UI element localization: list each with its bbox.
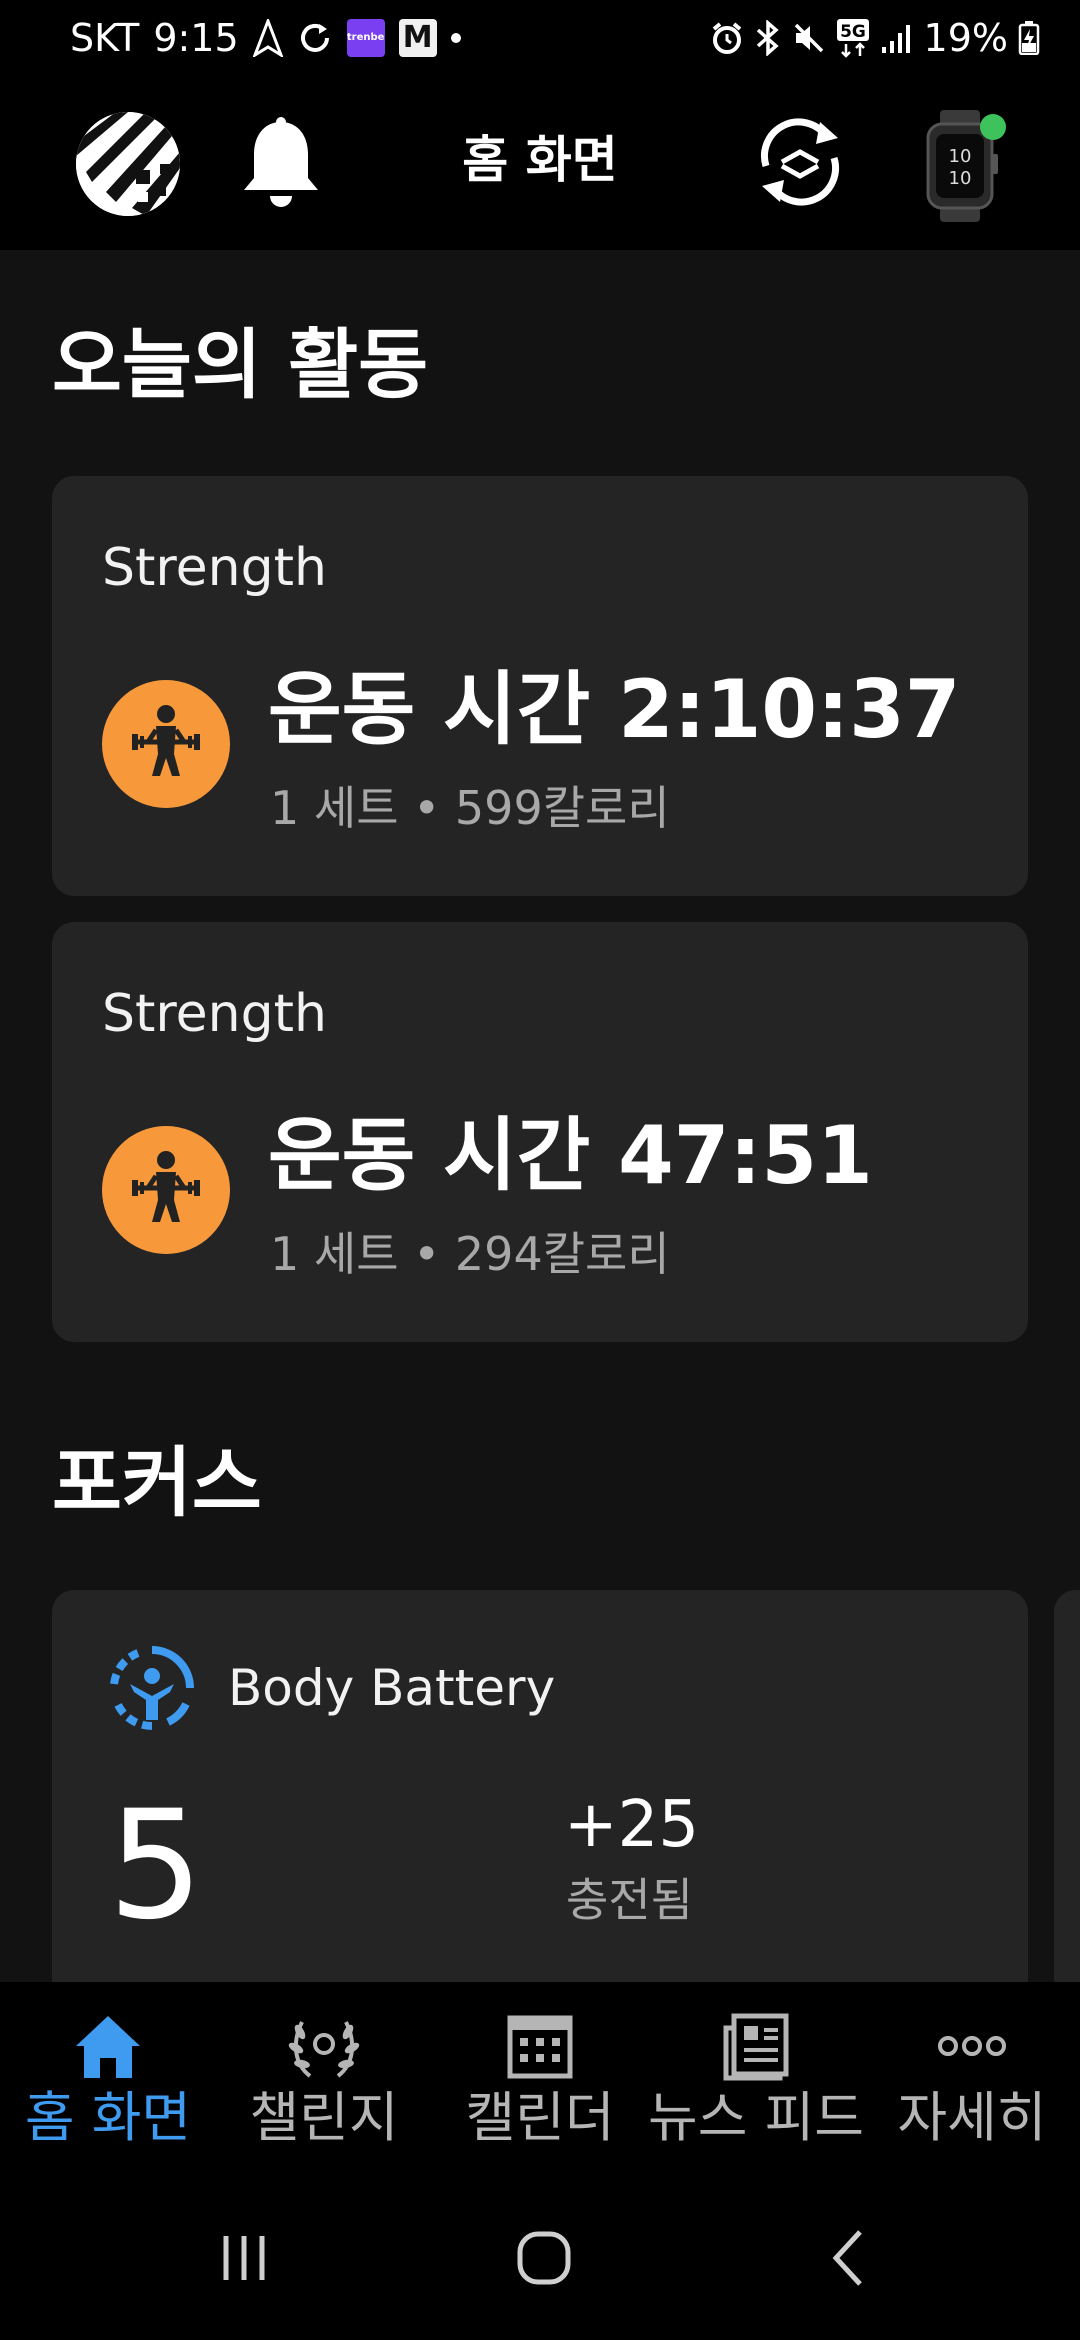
- battery-charging-icon: [1018, 21, 1040, 55]
- back-icon[interactable]: [808, 2218, 888, 2298]
- activity-section-title: 오늘의 활동: [52, 320, 429, 409]
- recent-apps-icon[interactable]: [204, 2218, 284, 2298]
- alarm-icon: [712, 22, 741, 54]
- activity-summary: 1 세트 • 599칼로리: [270, 781, 670, 835]
- body-battery-icon: [110, 1646, 194, 1730]
- sync-icon[interactable]: [748, 110, 852, 214]
- svg-text:10: 10: [949, 168, 972, 189]
- clock-time: 9:15: [153, 16, 239, 60]
- app-screen: SKT 9:15 trenbe M 5G 19% 홈 화면 10 10 오늘의 …: [0, 0, 1080, 2340]
- network-5g-icon: 5G: [836, 19, 869, 58]
- sync-status-icon: [300, 23, 329, 52]
- status-bar-right: 5G 19%: [710, 18, 1040, 58]
- body-battery-charged-value: +25: [564, 1788, 700, 1862]
- status-bar: SKT 9:15 trenbe M 5G 19%: [0, 0, 1080, 74]
- nav-item-more[interactable]: 자세히: [864, 1982, 1080, 2182]
- laurel-icon: [288, 2021, 360, 2078]
- system-navigation-bar: [0, 2182, 1080, 2340]
- top-app-bar: 홈 화면 10 10: [0, 74, 1080, 250]
- news-icon: [723, 2013, 789, 2081]
- mute-icon: [794, 23, 823, 53]
- body-battery-label: Body Battery: [228, 1659, 556, 1717]
- activity-duration: 운동 시간 2:10:37: [268, 663, 961, 756]
- svg-text:10: 10: [949, 146, 972, 167]
- activity-type-label: Strength: [102, 538, 327, 598]
- activity-duration: 운동 시간 47:51: [268, 1109, 873, 1202]
- activity-type-label: Strength: [102, 984, 327, 1044]
- m-app-icon: M: [398, 19, 437, 57]
- strength-activity-icon: [102, 1126, 230, 1254]
- carrier-label: SKT: [70, 16, 140, 60]
- focus-section-title: 포커스: [52, 1438, 262, 1527]
- battery-percent: 19%: [923, 16, 1008, 60]
- nav-item-challenges[interactable]: 챌린지: [216, 1982, 432, 2182]
- body-battery-value: 5: [108, 1779, 204, 1953]
- strength-activity-icon: [102, 680, 230, 808]
- nav-item-home[interactable]: 홈 화면: [0, 1982, 216, 2182]
- bottom-navigation: 홈 화면 챌린지 캘린더 뉴스 피드 자세히: [0, 1982, 1080, 2182]
- activity-card[interactable]: Strength 운동 시간 47:51 1 세트 • 294칼로리: [52, 922, 1028, 1342]
- nav-item-calendar[interactable]: 캘린더: [432, 1982, 648, 2182]
- more-icon: [938, 2036, 1006, 2056]
- status-bar-left: SKT 9:15 trenbe M: [70, 18, 461, 58]
- home-button-icon[interactable]: [504, 2218, 584, 2298]
- nav-item-newsfeed[interactable]: 뉴스 피드: [648, 1982, 864, 2182]
- bluetooth-icon: [756, 20, 779, 56]
- nav-label-more: 자세히: [897, 2086, 1047, 2149]
- activity-summary: 1 세트 • 294칼로리: [270, 1227, 670, 1281]
- activity-card[interactable]: Strength 운동 시간 2:10:37 1 세트 • 599칼로리: [52, 476, 1028, 896]
- network-5g-label: 5G: [840, 22, 866, 42]
- body-battery-charged-label: 충전됨: [566, 1873, 693, 1927]
- trenbe-app-icon: trenbe: [346, 19, 385, 57]
- home-icon: [76, 2016, 140, 2078]
- navigation-arrow-icon: [252, 19, 283, 57]
- calendar-icon: [507, 2015, 573, 2079]
- signal-strength-icon: [881, 25, 910, 53]
- watch-connected-indicator: [980, 114, 1006, 140]
- more-notifications-dot: [450, 33, 461, 43]
